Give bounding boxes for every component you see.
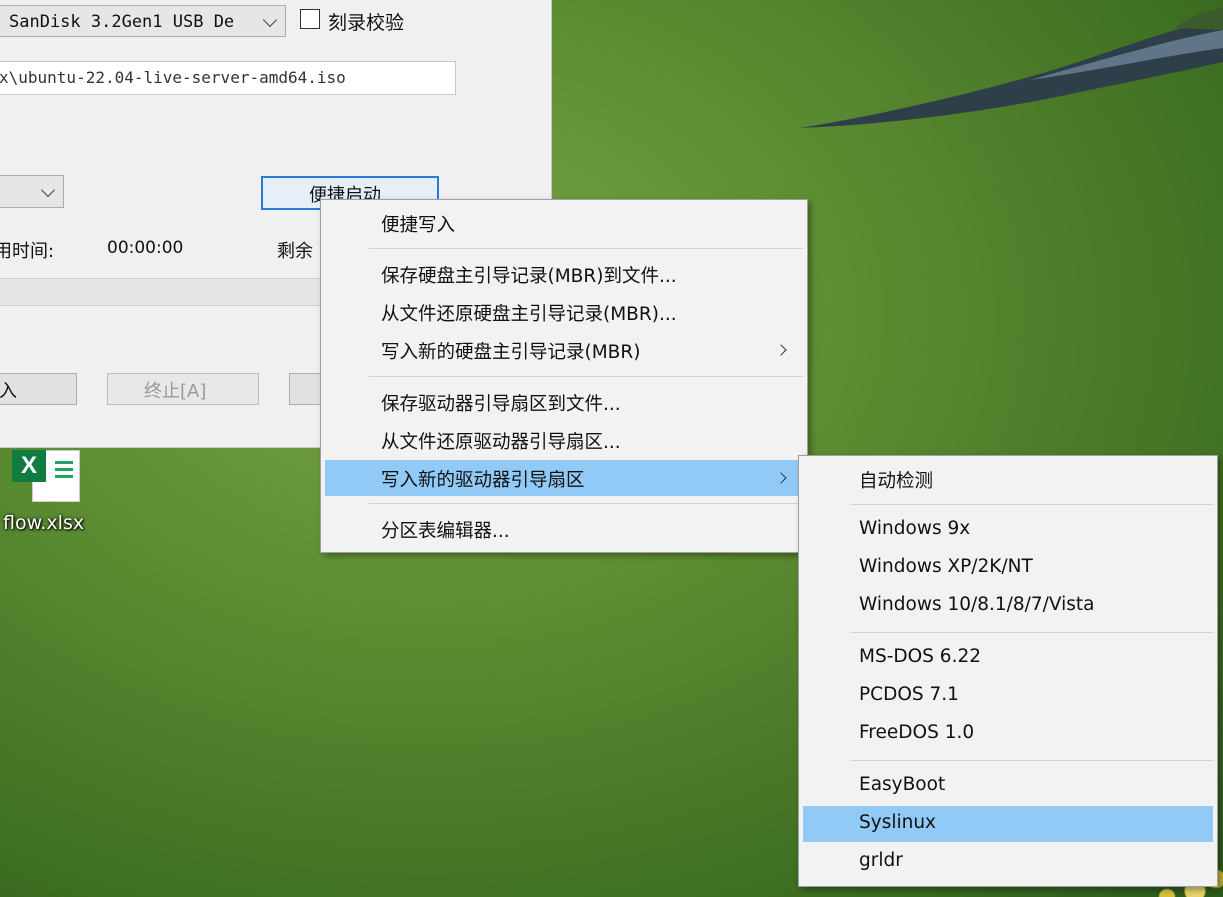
excel-badge: X bbox=[12, 450, 46, 482]
submenu-item-auto-detect[interactable]: 自动检测 bbox=[803, 461, 1213, 497]
submenu-item-label: Windows 10/8.1/8/7/Vista bbox=[859, 594, 1095, 615]
submenu-item-label: Windows 9x bbox=[859, 518, 971, 539]
submenu-item-win9x[interactable]: Windows 9x bbox=[803, 512, 1213, 548]
menu-item-write-mbr[interactable]: 写入新的硬盘主引导记录(MBR) bbox=[325, 332, 803, 368]
menu-separator bbox=[851, 632, 1213, 633]
submenu-item-win10[interactable]: Windows 10/8.1/8/7/Vista bbox=[803, 588, 1213, 624]
menu-item-restore-boot-sector[interactable]: 从文件还原驱动器引导扇区... bbox=[325, 422, 803, 458]
submenu-item-label: Syslinux bbox=[859, 812, 937, 833]
drive-select[interactable]: SanDisk 3.2Gen1 USB De bbox=[0, 5, 286, 37]
write-button[interactable]: 入 bbox=[0, 373, 77, 405]
verify-checkbox[interactable] bbox=[300, 9, 320, 29]
remaining-label: 剩余 bbox=[277, 241, 313, 262]
menu-item-label: 写入新的驱动器引导扇区 bbox=[381, 470, 585, 491]
submenu-item-grldr[interactable]: grldr bbox=[803, 844, 1213, 880]
write-button-label: 入 bbox=[0, 381, 17, 402]
submenu-item-label: EasyBoot bbox=[859, 774, 946, 795]
menu-item-restore-mbr[interactable]: 从文件还原硬盘主引导记录(MBR)... bbox=[325, 294, 803, 330]
method-select[interactable] bbox=[0, 175, 64, 208]
menu-item-quick-write[interactable]: 便捷写入 bbox=[325, 205, 803, 241]
submenu-item-label: FreeDOS 1.0 bbox=[859, 722, 975, 743]
abort-button[interactable]: 终止[A] bbox=[107, 373, 259, 405]
menu-separator bbox=[851, 760, 1213, 761]
submenu-item-label: grldr bbox=[859, 850, 903, 871]
chevron-down-icon bbox=[40, 182, 56, 198]
menu-item-label: 分区表编辑器... bbox=[381, 521, 510, 542]
menu-item-label: 从文件还原硬盘主引导记录(MBR)... bbox=[381, 304, 677, 325]
menu-item-label: 保存硬盘主引导记录(MBR)到文件... bbox=[381, 266, 677, 287]
chevron-right-icon bbox=[775, 344, 787, 356]
elapsed-value: 00:00:00 bbox=[107, 238, 184, 258]
image-path-value: x\ubuntu-22.04-live-server-amd64.iso bbox=[0, 68, 346, 87]
desktop-file-label: flow.xlsx bbox=[3, 512, 85, 534]
chevron-right-icon bbox=[775, 472, 787, 484]
submenu-item-label: MS-DOS 6.22 bbox=[859, 646, 982, 667]
submenu-item-label: PCDOS 7.1 bbox=[859, 684, 959, 705]
abort-button-label: 终止[A] bbox=[144, 381, 207, 402]
submenu-item-syslinux[interactable]: Syslinux bbox=[803, 806, 1213, 842]
image-path-field[interactable]: x\ubuntu-22.04-live-server-amd64.iso bbox=[0, 61, 456, 95]
submenu-item-winxp[interactable]: Windows XP/2K/NT bbox=[803, 550, 1213, 586]
menu-item-label: 便捷写入 bbox=[381, 215, 456, 236]
drive-select-value: SanDisk 3.2Gen1 USB De bbox=[9, 12, 235, 32]
menu-separator bbox=[369, 248, 803, 249]
menu-separator bbox=[369, 376, 803, 377]
chevron-down-icon bbox=[262, 12, 278, 28]
desktop-file-flow-xlsx[interactable]: X flow.xlsx bbox=[3, 448, 96, 538]
menu-item-save-mbr[interactable]: 保存硬盘主引导记录(MBR)到文件... bbox=[325, 256, 803, 292]
submenu-item-pcdos[interactable]: PCDOS 7.1 bbox=[803, 678, 1213, 714]
submenu-item-easyboot[interactable]: EasyBoot bbox=[803, 768, 1213, 804]
menu-item-label: 写入新的硬盘主引导记录(MBR) bbox=[381, 342, 641, 363]
boot-context-menu: 便捷写入 保存硬盘主引导记录(MBR)到文件... 从文件还原硬盘主引导记录(M… bbox=[320, 199, 808, 553]
menu-item-write-boot-sector[interactable]: 写入新的驱动器引导扇区 bbox=[325, 460, 803, 496]
submenu-item-freedos[interactable]: FreeDOS 1.0 bbox=[803, 716, 1213, 752]
submenu-item-msdos[interactable]: MS-DOS 6.22 bbox=[803, 640, 1213, 676]
menu-separator bbox=[369, 503, 803, 504]
menu-separator bbox=[851, 504, 1213, 505]
submenu-item-label: 自动检测 bbox=[859, 471, 934, 492]
boot-sector-submenu: 自动检测 Windows 9x Windows XP/2K/NT Windows… bbox=[798, 455, 1218, 887]
menu-item-save-boot-sector[interactable]: 保存驱动器引导扇区到文件... bbox=[325, 384, 803, 420]
progress-bar bbox=[0, 278, 328, 306]
menu-item-partition-editor[interactable]: 分区表编辑器... bbox=[325, 511, 803, 547]
menu-item-label: 从文件还原驱动器引导扇区... bbox=[381, 432, 621, 453]
verify-label: 刻录校验 bbox=[328, 12, 405, 34]
submenu-item-label: Windows XP/2K/NT bbox=[859, 556, 1033, 577]
menu-item-label: 保存驱动器引导扇区到文件... bbox=[381, 394, 621, 415]
elapsed-label: 用时间: bbox=[0, 241, 55, 262]
